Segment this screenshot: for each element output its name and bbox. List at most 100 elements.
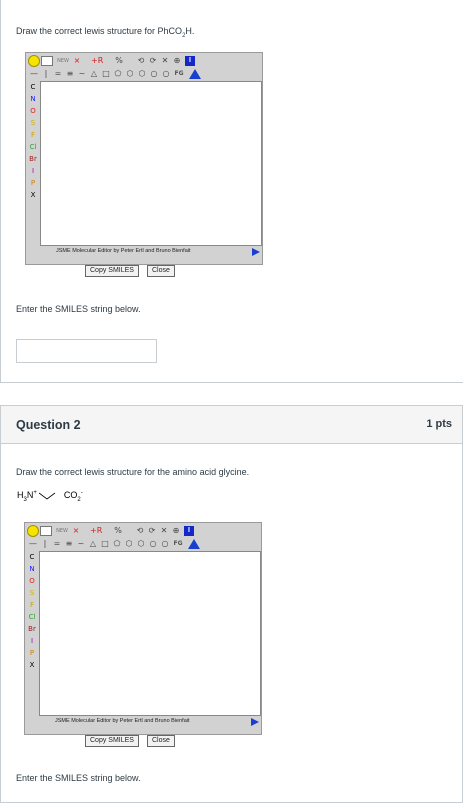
stereo-bond-icon[interactable]: |	[40, 68, 52, 80]
stereo-bond-icon[interactable]: |	[39, 538, 51, 550]
atom-c-button[interactable]: C	[26, 551, 38, 563]
atom-p-button[interactable]: P	[26, 647, 38, 659]
jsme-toolbar-bonds: — | = ≡ ~ △ □ ⬠ ⬡ ⬡ ○ ○ FG	[27, 538, 200, 550]
move-icon[interactable]: ⊕	[170, 525, 182, 537]
atom-o-button[interactable]: O	[27, 105, 39, 117]
atom-x-button[interactable]: X	[26, 659, 38, 671]
jsme-toolbar-top: NEW × +R % ⟲ ⟳ ✕ ⊕ I	[27, 525, 194, 537]
double-bond-icon[interactable]: =	[52, 68, 64, 80]
delete-icon[interactable]: ×	[70, 525, 82, 537]
chain-icon[interactable]: ~	[75, 538, 87, 550]
triple-bond-icon[interactable]: ≡	[63, 538, 75, 550]
atom-n-button[interactable]: N	[27, 93, 39, 105]
atom-x-button[interactable]: X	[27, 189, 39, 201]
info-icon[interactable]: I	[185, 56, 195, 66]
jsme-toolbar-bonds: — | = ≡ ~ △ □ ⬠ ⬡ ⬡ ○ ○ FG	[28, 68, 201, 80]
triple-bond-icon[interactable]: ≡	[64, 68, 76, 80]
undo-icon[interactable]: ⟲	[135, 55, 147, 67]
move-icon[interactable]: ⊕	[171, 55, 183, 67]
play-icon[interactable]	[251, 718, 259, 726]
drawing-canvas[interactable]	[40, 81, 262, 246]
atom-i-button[interactable]: I	[26, 635, 38, 647]
delete-r-icon[interactable]: +R	[91, 55, 103, 67]
delete-icon[interactable]: ×	[71, 55, 83, 67]
copy-smiles-button[interactable]: Copy SMILES	[85, 735, 139, 747]
ring6-icon[interactable]: ⬡	[136, 68, 148, 80]
atom-s-button[interactable]: S	[26, 587, 38, 599]
benzene-icon[interactable]: ⬡	[123, 538, 135, 550]
charge-icon[interactable]: %	[112, 525, 124, 537]
atom-i-button[interactable]: I	[27, 165, 39, 177]
question-2-panel: Question 2 1 pts Draw the correct lewis …	[0, 405, 463, 803]
undo-icon[interactable]: ⟲	[134, 525, 146, 537]
double-bond-icon[interactable]: =	[51, 538, 63, 550]
functional-group-button[interactable]: FG	[172, 68, 186, 80]
info-icon[interactable]: I	[184, 526, 194, 536]
question-2-prompt: Draw the correct lewis structure for the…	[16, 467, 250, 477]
atom-c-button[interactable]: C	[27, 81, 39, 93]
atom-cl-button[interactable]: Cl	[26, 611, 38, 623]
atom-br-button[interactable]: Br	[27, 153, 39, 165]
clear-icon[interactable]: ✕	[158, 525, 170, 537]
zigzag-icon	[39, 492, 56, 500]
fg-dropdown-icon[interactable]	[188, 539, 200, 549]
ring7-icon[interactable]: ○	[147, 538, 159, 550]
ring4-icon[interactable]: □	[100, 68, 112, 80]
new-checkbox[interactable]	[40, 526, 52, 536]
new-checkbox[interactable]	[41, 56, 53, 66]
play-icon[interactable]	[252, 248, 260, 256]
atom-br-button[interactable]: Br	[26, 623, 38, 635]
single-bond-icon[interactable]: —	[28, 68, 40, 80]
drawing-canvas[interactable]	[39, 551, 261, 716]
smiley-icon[interactable]	[27, 525, 39, 537]
atom-palette: C N O S F Cl Br I P X	[26, 551, 38, 671]
copy-smiles-button[interactable]: Copy SMILES	[85, 265, 139, 277]
smiley-icon[interactable]	[28, 55, 40, 67]
atom-s-button[interactable]: S	[27, 117, 39, 129]
atom-n-button[interactable]: N	[26, 563, 38, 575]
atom-o-button[interactable]: O	[26, 575, 38, 587]
jsme-credit-bar: JSME Molecular Editor by Peter Ertl and …	[40, 247, 262, 258]
smiles-input[interactable]	[16, 339, 157, 363]
ring5-icon[interactable]: ⬠	[111, 538, 123, 550]
single-bond-icon[interactable]: —	[27, 538, 39, 550]
atom-palette: C N O S F Cl Br I P X	[27, 81, 39, 201]
ring4-icon[interactable]: □	[99, 538, 111, 550]
close-button[interactable]: Close	[146, 265, 175, 277]
chain-icon[interactable]: ~	[76, 68, 88, 80]
ring3-icon[interactable]: △	[87, 538, 99, 550]
close-button[interactable]: Close	[146, 735, 175, 747]
functional-group-button[interactable]: FG	[171, 538, 185, 550]
glycine-formula: H3N+ CO2-	[17, 490, 83, 503]
delete-r-icon[interactable]: +R	[90, 525, 102, 537]
ring6-icon[interactable]: ⬡	[135, 538, 147, 550]
redo-icon[interactable]: ⟳	[146, 525, 158, 537]
question-2-smiles-label: Enter the SMILES string below.	[16, 773, 141, 783]
new-button[interactable]: NEW	[54, 525, 70, 537]
new-button[interactable]: NEW	[55, 55, 71, 67]
question-points: 1 pts	[426, 418, 452, 430]
jsme-buttons-1: Copy SMILES Close	[85, 265, 175, 277]
clear-icon[interactable]: ✕	[159, 55, 171, 67]
question-1-smiles-label: Enter the SMILES string below.	[16, 304, 141, 314]
ring8-icon[interactable]: ○	[160, 68, 172, 80]
ring8-icon[interactable]: ○	[159, 538, 171, 550]
redo-icon[interactable]: ⟳	[147, 55, 159, 67]
question-1-panel: Draw the correct lewis structure for PhC…	[0, 0, 463, 383]
ring5-icon[interactable]: ⬠	[112, 68, 124, 80]
atom-f-button[interactable]: F	[26, 599, 38, 611]
atom-f-button[interactable]: F	[27, 129, 39, 141]
atom-p-button[interactable]: P	[27, 177, 39, 189]
question-2-header: Question 2 1 pts	[1, 406, 462, 444]
jsme-editor-1[interactable]: NEW × +R % ⟲ ⟳ ✕ ⊕ I — | = ≡ ~ △ □ ⬠ ⬡ ⬡…	[25, 52, 263, 265]
ring7-icon[interactable]: ○	[148, 68, 160, 80]
jsme-toolbar-top: NEW × +R % ⟲ ⟳ ✕ ⊕ I	[28, 55, 195, 67]
fg-dropdown-icon[interactable]	[189, 69, 201, 79]
ring3-icon[interactable]: △	[88, 68, 100, 80]
atom-cl-button[interactable]: Cl	[27, 141, 39, 153]
question-1-prompt: Draw the correct lewis structure for PhC…	[16, 26, 195, 39]
jsme-editor-2[interactable]: NEW × +R % ⟲ ⟳ ✕ ⊕ I — | = ≡ ~ △ □ ⬠ ⬡ ⬡…	[24, 522, 262, 735]
benzene-icon[interactable]: ⬡	[124, 68, 136, 80]
charge-icon[interactable]: %	[113, 55, 125, 67]
question-title: Question 2	[16, 418, 81, 432]
